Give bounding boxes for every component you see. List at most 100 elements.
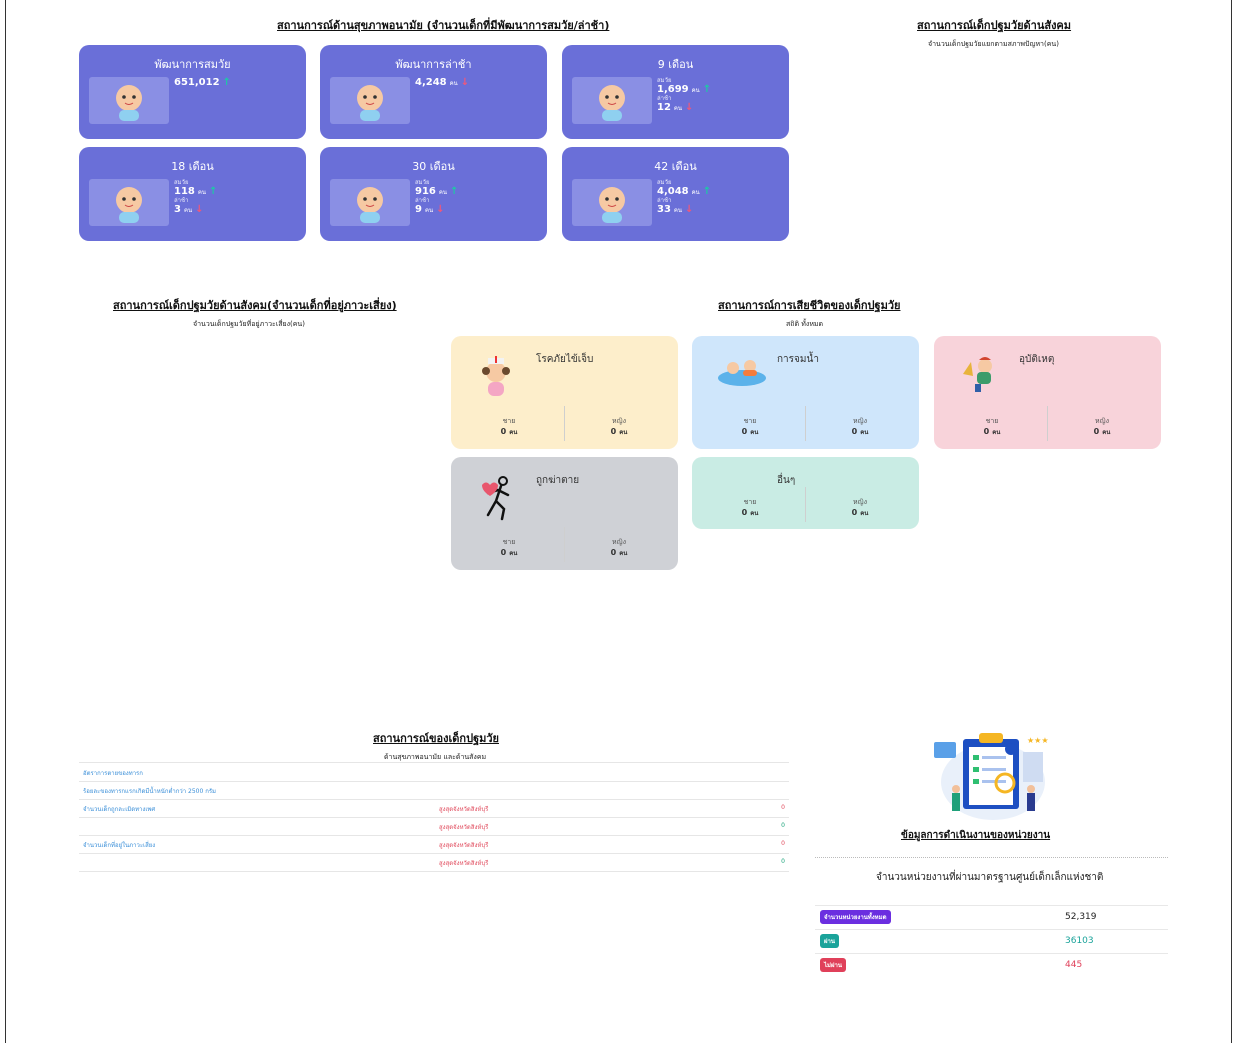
health-card[interactable]: 30 เดือน สมวัย 916 คน ↑ ล่าช้า 9 คน ↓ xyxy=(320,147,547,241)
health-title: สถานการณ์ด้านสุขภาพอนามัย (จำนวนเด็กที่ม… xyxy=(277,19,610,32)
health-card-title: 18 เดือน xyxy=(171,160,214,173)
risk-title: สถานการณ์เด็กปฐมวัยด้านสังคม(จำนวนเด็กที… xyxy=(113,299,397,312)
death-card-title: อุบัติเหตุ xyxy=(1019,354,1055,365)
stat-badge[interactable]: ผ่าน xyxy=(820,934,839,948)
female-number: 0 xyxy=(851,427,858,436)
on-track-row: 916 คน ↑ xyxy=(415,186,458,197)
on-track-unit: คน xyxy=(691,189,700,196)
female-count: หญิง 0 คน xyxy=(569,537,669,558)
delayed-value: 33 xyxy=(657,204,671,215)
health-card-values: สมวัย 916 คน ↑ ล่าช้า 9 คน ↓ xyxy=(415,179,458,215)
health-card-values: 4,248 คน ↓ xyxy=(415,77,469,88)
stat-value: 52,319 xyxy=(1065,912,1097,922)
health-card-value: 4,248 xyxy=(415,77,447,88)
table-row: สูงสุดจังหวัดสิงห์บุรี 0 xyxy=(79,853,789,872)
female-unit: คน xyxy=(619,550,628,557)
male-unit: คน xyxy=(750,429,759,436)
death-card[interactable]: โรคภัยไข้เจ็บ ชาย 0 คน หญิง 0 คน xyxy=(451,336,678,449)
row-label[interactable]: จำนวนเด็กที่อยู่ในภาวะเสี่ยง xyxy=(83,840,155,850)
stat-row: ไม่ผ่าน 445 xyxy=(815,953,1168,977)
row-label[interactable]: จำนวนเด็กถูกละเมิดทางเพศ xyxy=(83,804,155,814)
female-value: 0 คน xyxy=(569,548,669,558)
female-count: หญิง 0 คน xyxy=(1052,416,1152,437)
male-label: ชาย xyxy=(985,417,999,425)
female-label: หญิง xyxy=(612,538,626,546)
stat-value: 445 xyxy=(1065,960,1083,970)
health-card-values: สมวัย 118 คน ↑ ล่าช้า 3 คน ↓ xyxy=(174,179,217,215)
female-count: หญิง 0 คน xyxy=(810,416,910,437)
column-divider xyxy=(805,487,806,522)
agency-divider xyxy=(815,857,1168,858)
row-value: 0 xyxy=(781,804,785,811)
health-card[interactable]: พัฒนาการสมวัย 651,012 ↑ xyxy=(79,45,306,139)
death-card[interactable]: ถูกฆ่าตาย ชาย 0 คน หญิง 0 คน xyxy=(451,457,678,570)
health-card-title: 30 เดือน xyxy=(412,160,455,173)
arrow-up-icon: ↑ xyxy=(209,186,218,197)
death-title: สถานการณ์การเสียชีวิตของเด็กปฐมวัย xyxy=(718,299,901,312)
delayed-label: ล่าช้า xyxy=(415,197,430,204)
on-track-unit: คน xyxy=(197,189,206,196)
baby-icon xyxy=(590,81,634,127)
delayed-value: 3 xyxy=(174,204,181,215)
male-count: ชาย 0 คน xyxy=(700,416,800,437)
death-card[interactable]: การจมน้ำ ชาย 0 คน หญิง 0 คน xyxy=(692,336,919,449)
health-card[interactable]: 9 เดือน สมวัย 1,699 คน ↑ ล่าช้า 12 คน ↓ xyxy=(562,45,789,139)
row-value: 0 xyxy=(781,858,785,865)
row-place: สูงสุดจังหวัดสิงห์บุรี xyxy=(439,824,489,831)
on-track-label: สมวัย xyxy=(657,77,672,84)
column-divider xyxy=(564,406,565,441)
health-card-title: พัฒนาการสมวัย xyxy=(154,58,231,71)
table-row: ร้อยละของทารกแรกเกิดมีน้ำหนักต่ำกว่า 250… xyxy=(79,781,789,800)
death-card-title: อื่นๆ xyxy=(777,475,796,486)
female-value: 0 คน xyxy=(810,508,910,518)
delayed-unit: คน xyxy=(673,105,683,112)
female-number: 0 xyxy=(610,427,617,436)
male-unit: คน xyxy=(509,429,518,436)
female-number: 0 xyxy=(851,508,858,517)
stat-badge[interactable]: จำนวนหน่วยงานทั้งหมด xyxy=(820,910,891,924)
row-place: สูงสุดจังหวัดสิงห์บุรี xyxy=(439,806,489,813)
delayed-row: 9 คน ↓ xyxy=(415,204,458,215)
baby-icon xyxy=(107,183,151,229)
health-card[interactable]: 18 เดือนสมวัย 118 คน ↑ ล่าช้า 3 คน ↓ xyxy=(79,147,306,241)
delayed-unit: คน xyxy=(183,207,193,214)
male-label: ชาย xyxy=(743,498,757,506)
delayed-label: ล่าช้า xyxy=(657,95,672,102)
arrow-up-icon: ↑ xyxy=(702,84,712,95)
death-card[interactable]: อุบัติเหตุ ชาย 0 คน หญิง 0 คน xyxy=(934,336,1161,449)
male-label: ชาย xyxy=(502,538,516,546)
row-place: สูงสุดจังหวัดสิงห์บุรี xyxy=(439,842,489,849)
baby-icon xyxy=(348,183,392,229)
health-card[interactable]: 42 เดือน สมวัย 4,048 คน ↑ ล่าช้า 33 คน ↓ xyxy=(562,147,789,241)
agency-title: ข้อมูลการดำเนินงานของหน่วยงาน xyxy=(901,830,1051,841)
standard-title: จำนวนหน่วยงานที่ผ่านมาตรฐานศูนย์เด็กเล็ก… xyxy=(876,872,1104,883)
risk-subtitle: จำนวนเด็กปฐมวัยที่อยู่ภาวะเสี่ยง(คน) xyxy=(193,320,305,328)
health-card[interactable]: พัฒนาการล่าช้า 4,248 คน ↓ xyxy=(320,45,547,139)
death-card[interactable]: อื่นๆ ชาย 0 คน หญิง 0 คน xyxy=(692,457,919,529)
column-divider xyxy=(1047,406,1048,441)
clipboard-illustration: ★★★ xyxy=(934,733,1049,820)
row-value: 0 xyxy=(781,822,785,829)
row-label[interactable]: อัตราการตายของทารก xyxy=(83,768,143,778)
female-label: หญิง xyxy=(1095,417,1109,425)
stat-badge[interactable]: ไม่ผ่าน xyxy=(820,958,846,972)
delayed-row: 12 คน ↓ xyxy=(657,102,711,113)
arrow-up-icon: ↑ xyxy=(450,186,459,197)
health-card-values: สมวัย 1,699 คน ↑ ล่าช้า 12 คน ↓ xyxy=(657,77,711,113)
stat-row: ผ่าน 36103 xyxy=(815,929,1168,953)
table-row: จำนวนเด็กที่อยู่ในภาวะเสี่ยง สูงสุดจังหวั… xyxy=(79,835,789,854)
male-unit: คน xyxy=(509,550,518,557)
female-unit: คน xyxy=(860,429,869,436)
male-value: 0 คน xyxy=(700,508,800,518)
on-track-unit: คน xyxy=(438,189,447,196)
male-label: ชาย xyxy=(743,417,757,425)
male-number: 0 xyxy=(983,427,990,436)
row-place: สูงสุดจังหวัดสิงห์บุรี xyxy=(439,860,489,867)
arrow-up-icon: ↑ xyxy=(222,77,231,88)
row-label[interactable]: ร้อยละของทารกแรกเกิดมีน้ำหนักต่ำกว่า 250… xyxy=(83,786,216,796)
female-count: หญิง 0 คน xyxy=(569,416,669,437)
column-divider xyxy=(805,406,806,441)
health-card-title: 42 เดือน xyxy=(654,160,697,173)
health-card-values: สมวัย 4,048 คน ↑ ล่าช้า 33 คน ↓ xyxy=(657,179,711,215)
row-value: 0 xyxy=(781,840,785,847)
